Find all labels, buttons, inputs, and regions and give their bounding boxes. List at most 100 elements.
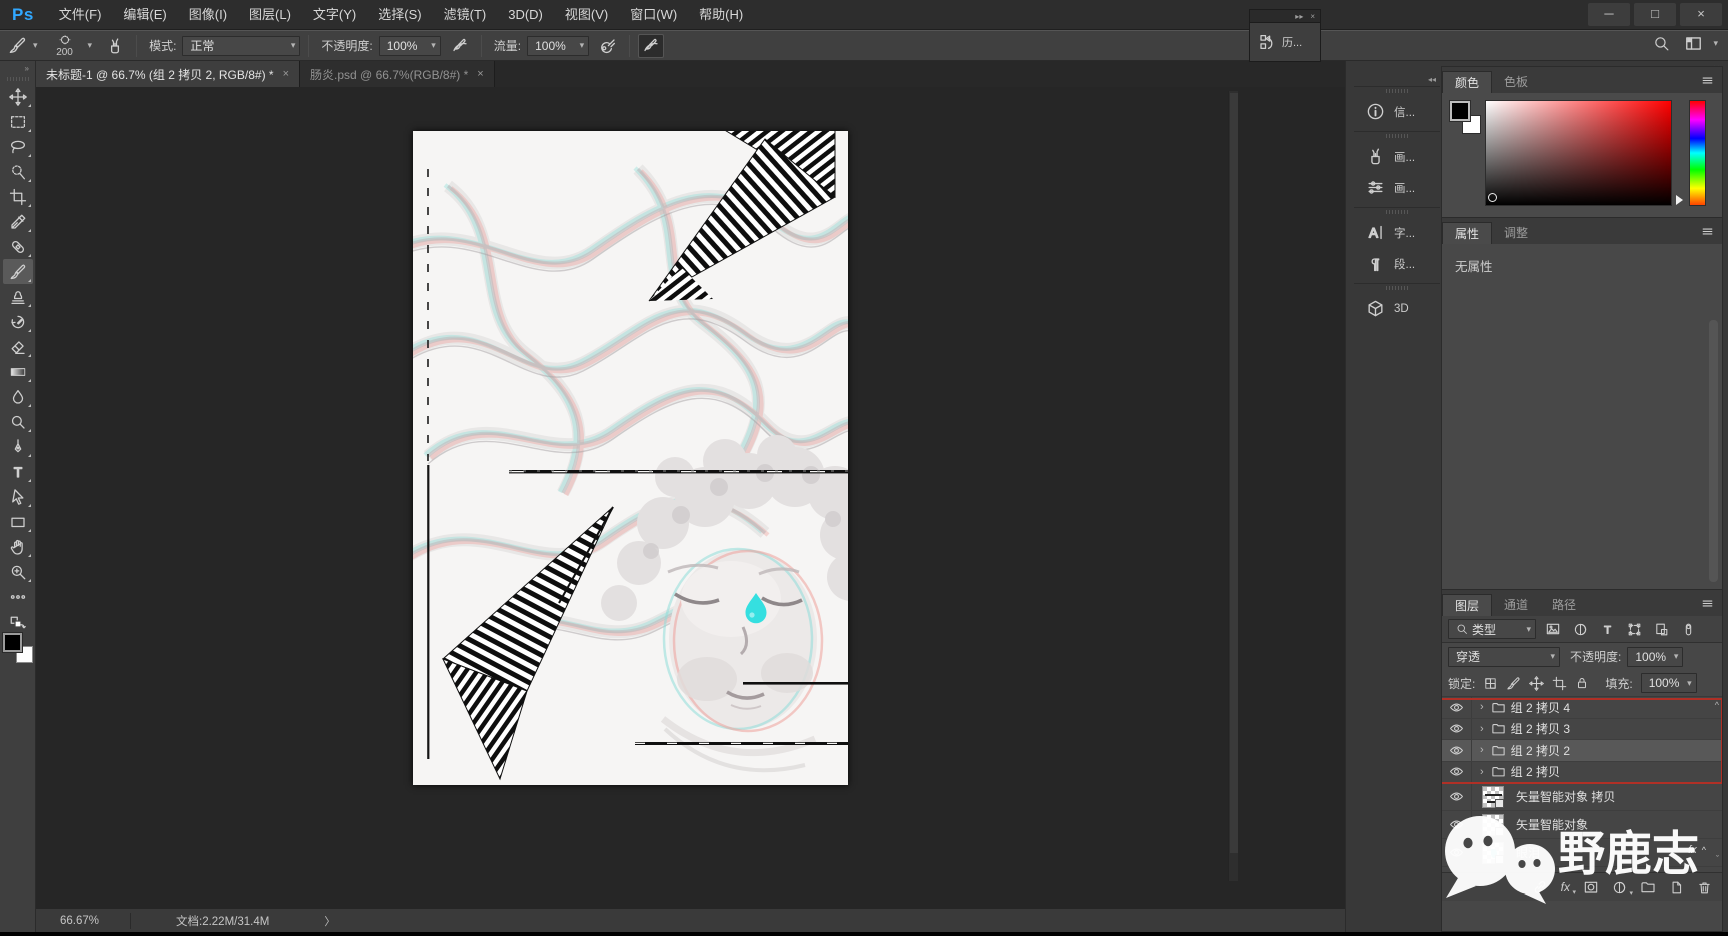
layer-name[interactable]: 组 2 拷贝 (1511, 763, 1560, 780)
menu-file[interactable]: 文件(F) (48, 0, 113, 30)
layer-style-button[interactable]: fx ▾ (1561, 880, 1576, 896)
close-tab-icon[interactable]: × (477, 68, 483, 80)
expand-group-icon[interactable]: › (1480, 744, 1484, 756)
panel-menu-icon[interactable] (1700, 225, 1715, 238)
history-icon[interactable] (1258, 33, 1276, 51)
hand-tool[interactable] (3, 534, 33, 559)
layer-thumbnail[interactable] (1482, 785, 1504, 808)
maximize-button[interactable]: □ (1634, 3, 1676, 26)
delete-layer-button[interactable] (1697, 880, 1712, 895)
gradient-tool[interactable] (3, 359, 33, 384)
path-selection-tool[interactable] (3, 484, 33, 509)
panel-menu-icon[interactable] (1700, 74, 1715, 87)
close-icon[interactable]: × (1310, 12, 1315, 21)
close-button[interactable]: × (1680, 3, 1722, 26)
layer-thumbnail[interactable] (1482, 813, 1504, 836)
saturation-brightness-field[interactable] (1485, 100, 1672, 206)
menu-3d[interactable]: 3D(D) (497, 0, 554, 30)
pen-tool[interactable] (3, 434, 33, 459)
menu-image[interactable]: 图像(I) (178, 0, 238, 30)
scroll-up-icon[interactable]: ^ (1715, 700, 1719, 710)
lock-paint-icon[interactable] (1506, 676, 1521, 691)
menu-help[interactable]: 帮助(H) (688, 0, 754, 30)
new-adjustment-layer-button[interactable]: ▾ (1612, 880, 1633, 897)
minimize-button[interactable]: ─ (1588, 3, 1630, 26)
pressure-size-button[interactable] (638, 33, 665, 58)
document-tab-inactive[interactable]: 肠炎.psd @ 66.7%(RGB/8#) * × (300, 61, 495, 87)
visibility-toggle[interactable] (1442, 783, 1472, 810)
layer-row-group[interactable]: › 组 2 拷贝 4 ^ (1442, 697, 1722, 719)
toolbar-collapse-button[interactable]: » (0, 61, 35, 75)
layer-row-group[interactable]: › 组 2 拷贝 (1442, 761, 1722, 783)
layer-thumbnail[interactable] (1482, 841, 1504, 864)
menu-type[interactable]: 文字(Y) (302, 0, 367, 30)
pressure-opacity-button[interactable] (447, 34, 473, 58)
dodge-tool[interactable] (3, 409, 33, 434)
expand-group-icon[interactable]: › (1480, 723, 1484, 735)
crop-tool[interactable] (3, 184, 33, 209)
layer-row-smart-object[interactable]: 矢量智能对象 (1442, 811, 1722, 839)
3d-panel-button[interactable]: 3D (1354, 293, 1440, 324)
menu-edit[interactable]: 编辑(E) (112, 0, 177, 30)
layer-row-group[interactable]: › 组 2 拷贝 3 (1442, 718, 1722, 740)
filter-smart-objects-button[interactable] (1651, 622, 1671, 637)
close-tab-icon[interactable]: × (283, 68, 289, 80)
visibility-toggle[interactable] (1442, 740, 1472, 761)
blur-tool[interactable] (3, 384, 33, 409)
menu-filter[interactable]: 滤镜(T) (433, 0, 498, 30)
color-sample-marker[interactable] (1488, 193, 1497, 202)
marquee-tool[interactable] (3, 109, 33, 134)
dock-collapse-button[interactable]: ◂◂ (1354, 73, 1440, 86)
filter-pixel-layers-button[interactable] (1543, 621, 1563, 637)
layer-name[interactable]: 组 2 拷贝 3 (1511, 720, 1570, 737)
visibility-toggle[interactable] (1442, 761, 1472, 782)
swap-colors-button[interactable] (5, 615, 31, 631)
quick-selection-tool[interactable] (3, 159, 33, 184)
layer-opacity-select[interactable]: 100% ▾ (1627, 646, 1684, 667)
layer-blend-mode-select[interactable]: 穿透 ▾ (1448, 646, 1560, 667)
visibility-toggle[interactable] (1442, 718, 1472, 739)
scrollbar-thumb[interactable] (1709, 320, 1718, 582)
canvas[interactable] (413, 131, 848, 785)
brush-presets-panel-button[interactable]: 画... (1354, 172, 1440, 203)
lock-transparency-icon[interactable] (1483, 676, 1498, 691)
panel-menu-icon[interactable] (1700, 597, 1715, 610)
flow-select[interactable]: 100% ▾ (527, 35, 590, 56)
move-tool[interactable] (3, 84, 33, 109)
visibility-toggle[interactable] (1442, 697, 1472, 718)
tab-swatches[interactable]: 色板 (1492, 71, 1540, 93)
layer-fill-select[interactable]: 100% ▾ (1640, 673, 1697, 693)
brush-panel-button[interactable]: 画... (1354, 141, 1440, 172)
healing-brush-tool[interactable] (3, 234, 33, 259)
eyedropper-tool[interactable] (3, 209, 33, 234)
scroll-down-icon[interactable]: ˇ (1716, 854, 1719, 864)
paragraph-panel-button[interactable]: 段... (1354, 248, 1440, 279)
lock-artboard-icon[interactable] (1552, 676, 1567, 691)
hue-slider-marker[interactable] (1676, 195, 1683, 205)
add-layer-mask-button[interactable] (1583, 879, 1599, 895)
layer-name[interactable]: 眼泪 (1516, 844, 1540, 861)
visibility-toggle[interactable] (1442, 839, 1472, 866)
layer-row-smart-object[interactable]: 矢量智能对象 拷贝 (1442, 783, 1722, 811)
menu-layer[interactable]: 图层(L) (238, 0, 302, 30)
layer-name[interactable]: 矢量智能对象 拷贝 (1516, 788, 1615, 805)
fx-badge[interactable]: fx (1688, 844, 1697, 856)
lasso-tool[interactable] (3, 134, 33, 159)
blend-mode-select[interactable]: 正常 ▾ (182, 35, 301, 56)
layer-row-smart-object[interactable]: 眼泪 fx ^ ˇ (1442, 839, 1722, 867)
document-scrollbar[interactable] (1228, 91, 1238, 881)
hue-slider[interactable] (1689, 100, 1706, 206)
info-panel-button[interactable]: 信... (1354, 96, 1440, 127)
new-layer-button[interactable] (1669, 880, 1684, 895)
expand-group-icon[interactable]: › (1480, 701, 1484, 713)
filter-shape-layers-button[interactable] (1624, 622, 1644, 637)
tab-color[interactable]: 颜色 (1442, 71, 1493, 93)
lock-all-icon[interactable] (1575, 676, 1589, 690)
edit-toolbar-button[interactable] (3, 584, 33, 609)
menu-window[interactable]: 窗口(W) (619, 0, 688, 30)
tab-channels[interactable]: 通道 (1492, 594, 1540, 616)
visibility-toggle[interactable] (1442, 811, 1472, 838)
type-tool[interactable] (3, 459, 33, 484)
new-group-button[interactable] (1640, 879, 1656, 895)
shape-tool[interactable] (3, 509, 33, 534)
